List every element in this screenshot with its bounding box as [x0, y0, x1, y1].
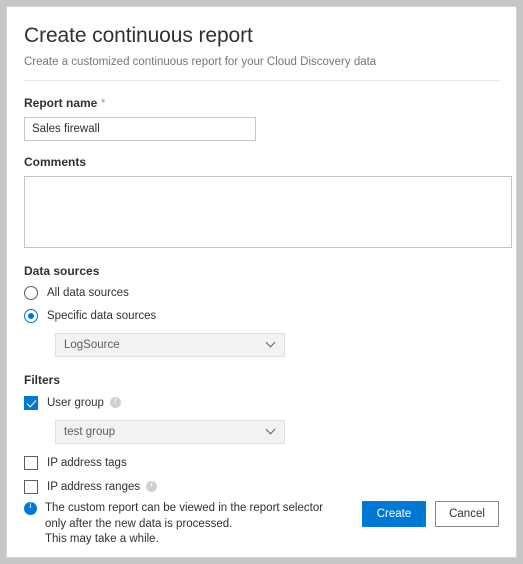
filters-section-label: Filters — [24, 373, 61, 387]
footer-note-line-2: This may take a while. — [45, 533, 159, 545]
report-name-label-text: Report name — [24, 96, 98, 110]
footer-note-line-1: The custom report can be viewed in the r… — [45, 502, 324, 530]
page-subtitle: Create a customized continuous report fo… — [24, 56, 377, 68]
footer-note-text: The custom report can be viewed in the r… — [45, 501, 345, 548]
report-name-field: Report name * — [24, 95, 505, 141]
info-icon — [24, 501, 37, 515]
required-marker: * — [100, 96, 106, 110]
footer-buttons: Create Cancel — [362, 501, 499, 527]
radio-specific-data-sources[interactable]: Specific data sources — [24, 306, 505, 325]
user-group-select-value: test group — [64, 426, 116, 438]
user-group-select[interactable]: test group — [55, 420, 285, 444]
data-source-select[interactable]: LogSource — [55, 333, 285, 357]
checkbox-ip-address-tags[interactable]: IP address tags — [24, 453, 505, 472]
checkbox-icon-checked[interactable] — [24, 395, 38, 410]
radio-icon-selected[interactable] — [24, 308, 38, 323]
radio-all-data-sources[interactable]: All data sources — [24, 283, 505, 302]
create-button[interactable]: Create — [362, 501, 426, 527]
chevron-down-icon — [267, 339, 276, 348]
info-icon[interactable] — [109, 396, 121, 408]
dialog-content: Create continuous report Create a custom… — [7, 7, 516, 557]
data-sources-section-label: Data sources — [24, 264, 100, 278]
cancel-button[interactable]: Cancel — [435, 501, 499, 527]
report-name-input[interactable] — [24, 117, 256, 141]
checkbox-user-group[interactable]: User group — [24, 393, 505, 412]
checkbox-user-group-label: User group — [47, 396, 104, 409]
data-source-select-value: LogSource — [64, 339, 120, 351]
checkbox-ip-address-tags-label: IP address tags — [47, 456, 127, 469]
comments-label: Comments — [24, 155, 87, 169]
radio-all-data-sources-label: All data sources — [47, 286, 129, 299]
report-name-label: Report name * — [24, 95, 505, 111]
page-title: Create continuous report — [24, 24, 253, 47]
chevron-down-icon — [267, 426, 276, 435]
dialog-footer: The custom report can be viewed in the r… — [7, 485, 516, 557]
footer-note: The custom report can be viewed in the r… — [24, 501, 362, 548]
checkbox-icon-unchecked[interactable] — [24, 455, 38, 470]
radio-icon-unselected[interactable] — [24, 285, 38, 300]
comments-field: Comments — [24, 154, 512, 248]
radio-specific-data-sources-label: Specific data sources — [47, 309, 157, 322]
header-divider — [24, 80, 499, 81]
create-continuous-report-dialog: Create continuous report Create a custom… — [6, 6, 517, 558]
comments-textarea[interactable] — [24, 176, 512, 248]
